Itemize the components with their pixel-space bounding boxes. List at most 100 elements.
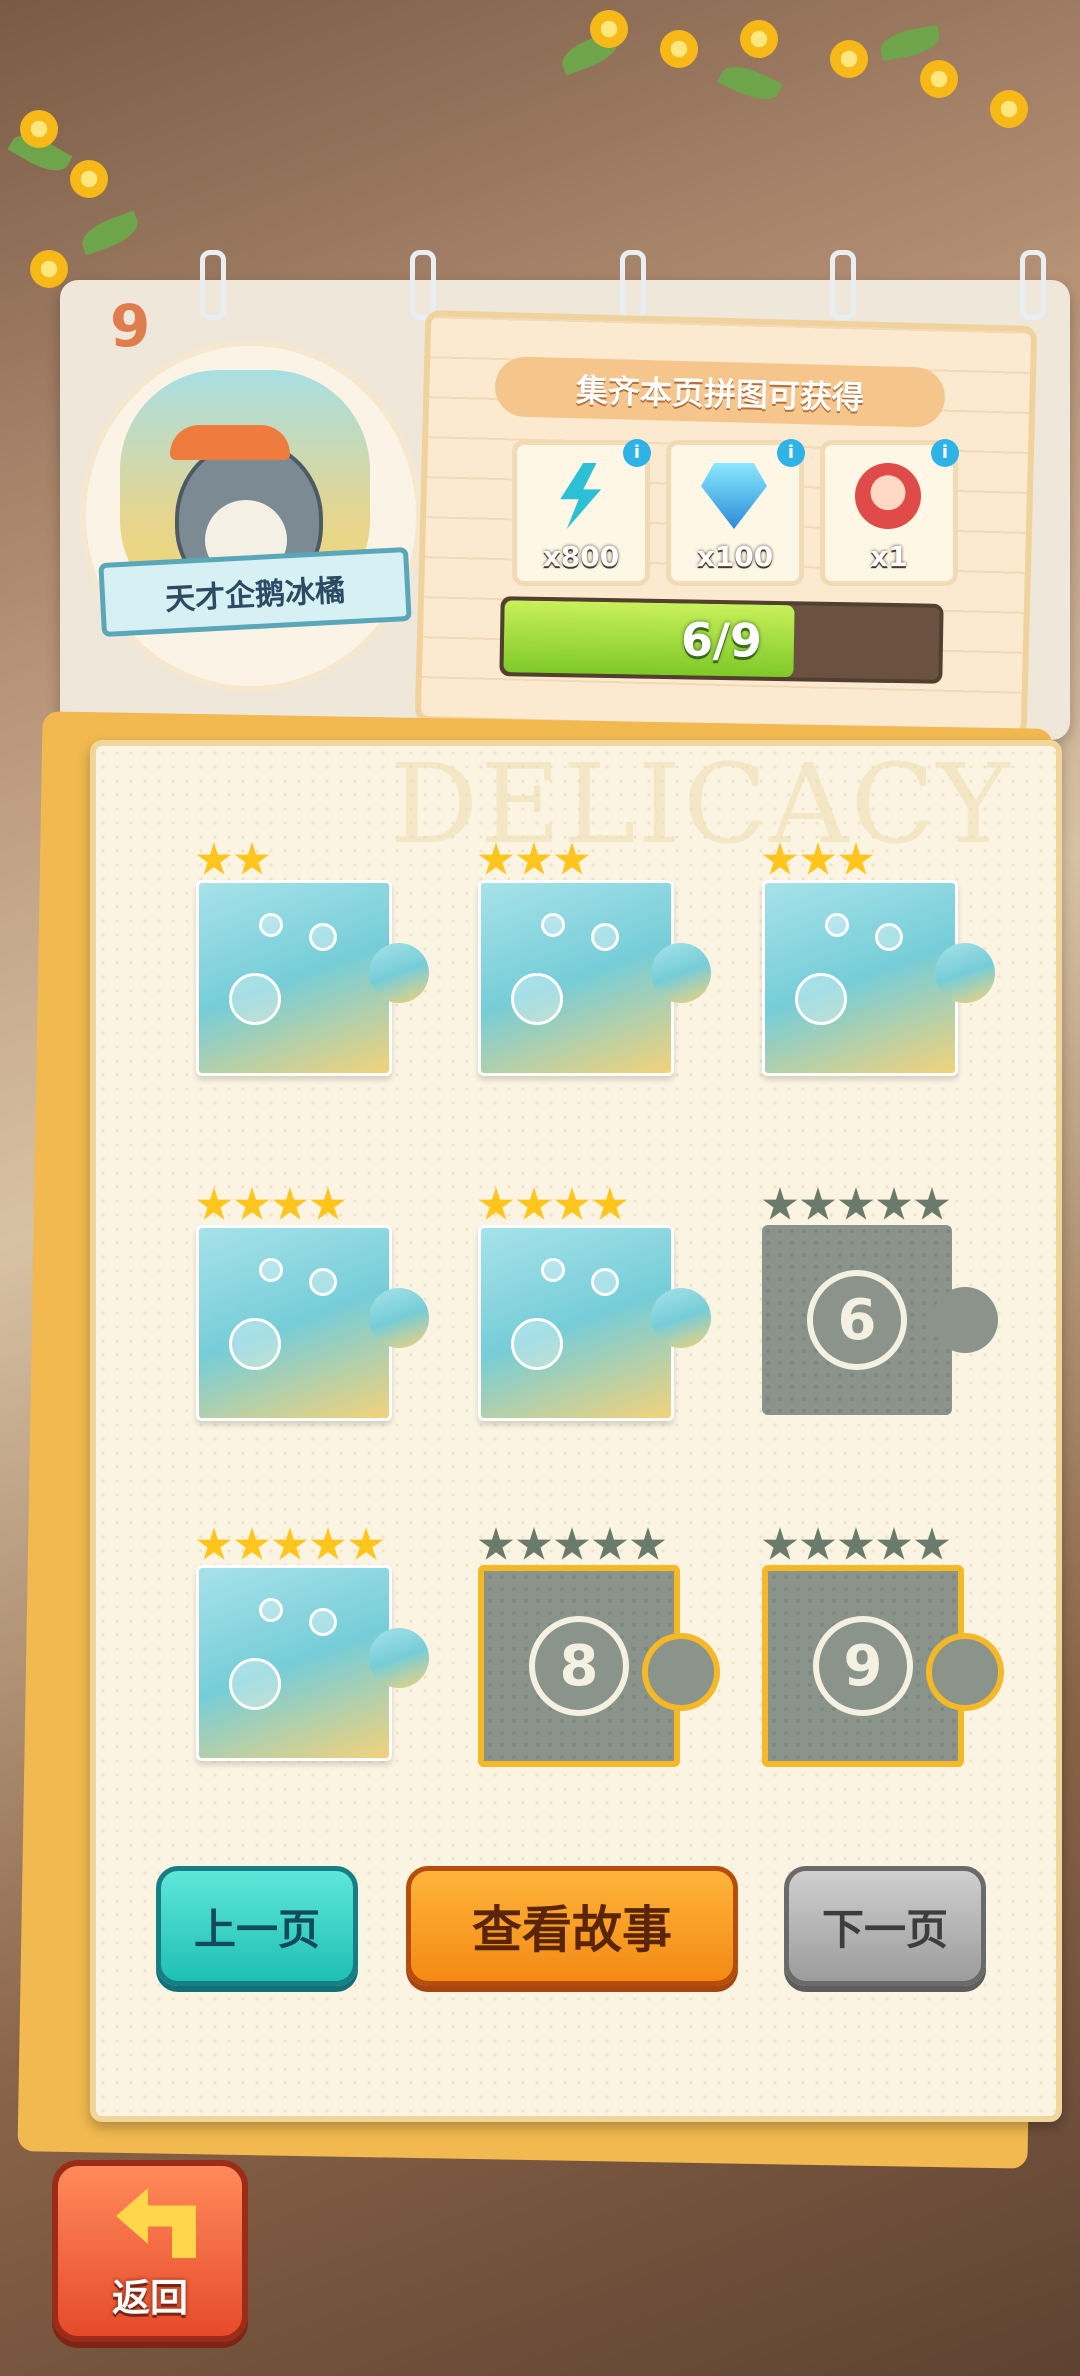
star-icon — [914, 1187, 950, 1220]
star-rating — [196, 1527, 386, 1567]
star-icon — [234, 1527, 270, 1560]
previous-page-button[interactable]: 上一页 — [156, 1866, 358, 1986]
locked-piece-number: 8 — [529, 1616, 629, 1716]
star-rating — [196, 1187, 348, 1227]
locked-piece: 9 — [762, 1565, 1004, 1767]
star-rating — [762, 842, 876, 882]
star-icon — [800, 1187, 836, 1220]
star-icon — [838, 1187, 874, 1220]
puzzle-piece-6[interactable]: 6 — [762, 1187, 998, 1415]
puzzle-piece-1[interactable] — [196, 842, 429, 1076]
star-icon — [800, 842, 836, 875]
info-icon[interactable]: i — [777, 439, 805, 467]
info-icon[interactable]: i — [931, 439, 959, 467]
puzzle-piece-image — [478, 1225, 711, 1421]
back-button-label: 返回 — [111, 2276, 188, 2320]
star-rating — [478, 1187, 630, 1227]
star-rating — [762, 1187, 952, 1227]
bubble-decoration — [309, 1268, 337, 1296]
bubble-decoration — [591, 923, 619, 951]
view-story-button[interactable]: 查看故事 — [406, 1866, 738, 1986]
locked-piece-number: 6 — [807, 1270, 907, 1370]
star-icon — [516, 1527, 552, 1560]
star-icon — [914, 1527, 950, 1560]
bubble-decoration — [259, 1258, 283, 1282]
star-icon — [196, 1187, 232, 1220]
star-icon — [516, 842, 552, 875]
reward-title: 集齐本页拼图可获得 — [494, 356, 946, 428]
star-icon — [554, 842, 590, 875]
reward-jester-box[interactable]: i x1 — [820, 439, 959, 586]
reward-energy[interactable]: i x800 — [512, 439, 651, 586]
star-icon — [838, 1527, 874, 1560]
collection-progress-bar: 6/9 — [499, 596, 944, 684]
reward-count: x800 — [542, 540, 620, 573]
puzzle-piece-image — [196, 880, 429, 1076]
puzzle-piece-4[interactable] — [196, 1187, 429, 1421]
page-number: 9 — [110, 292, 151, 360]
bubble-decoration — [541, 1258, 565, 1282]
star-rating — [762, 1527, 952, 1567]
bubble-decoration — [541, 913, 565, 937]
next-page-button[interactable]: 下一页 — [784, 1866, 986, 1986]
star-icon — [478, 1187, 514, 1220]
penguin-hat-icon — [170, 425, 290, 460]
bubble-decoration — [259, 1598, 283, 1622]
bubble-decoration — [259, 913, 283, 937]
locked-piece: 8 — [478, 1565, 720, 1767]
progress-text: 6/9 — [680, 612, 763, 668]
star-icon — [196, 1527, 232, 1560]
puzzle-piece-3[interactable] — [762, 842, 995, 1076]
info-icon[interactable]: i — [623, 439, 651, 467]
bubble-decoration — [229, 1658, 281, 1710]
back-arrow-icon — [116, 2188, 196, 2258]
puzzle-piece-7[interactable] — [196, 1527, 429, 1761]
star-icon — [478, 842, 514, 875]
star-icon — [310, 1187, 346, 1220]
star-icon — [762, 842, 798, 875]
star-rating — [478, 1527, 668, 1567]
puzzle-piece-image — [196, 1565, 429, 1761]
locked-piece: 6 — [762, 1225, 998, 1415]
star-icon — [762, 1527, 798, 1560]
bubble-decoration — [825, 913, 849, 937]
bubble-decoration — [229, 973, 281, 1025]
star-icon — [630, 1527, 666, 1560]
star-icon — [554, 1527, 590, 1560]
bubble-decoration — [309, 1608, 337, 1636]
puzzle-piece-image — [762, 880, 995, 1076]
star-icon — [272, 1527, 308, 1560]
puzzle-piece-9[interactable]: 9 — [762, 1527, 1004, 1767]
puzzle-piece-image — [196, 1225, 429, 1421]
bubble-decoration — [511, 1318, 563, 1370]
star-icon — [272, 1187, 308, 1220]
star-icon — [592, 1187, 628, 1220]
bubble-decoration — [875, 923, 903, 951]
star-rating — [196, 842, 272, 882]
jester-box-icon — [855, 463, 921, 529]
back-button[interactable]: 返回 — [52, 2160, 248, 2342]
locked-piece-number: 9 — [813, 1616, 913, 1716]
star-icon — [234, 1187, 270, 1220]
puzzle-piece-8[interactable]: 8 — [478, 1527, 720, 1767]
puzzle-piece-5[interactable] — [478, 1187, 711, 1421]
star-icon — [554, 1187, 590, 1220]
star-icon — [838, 842, 874, 875]
bubble-decoration — [795, 973, 847, 1025]
star-icon — [310, 1527, 346, 1560]
star-icon — [234, 842, 270, 875]
star-icon — [516, 1187, 552, 1220]
puzzle-piece-2[interactable] — [478, 842, 711, 1076]
star-rating — [478, 842, 592, 882]
bubble-decoration — [591, 1268, 619, 1296]
star-icon — [800, 1527, 836, 1560]
bubble-decoration — [511, 973, 563, 1025]
star-icon — [196, 842, 232, 875]
star-icon — [762, 1187, 798, 1220]
reward-diamond[interactable]: i x100 — [666, 439, 805, 586]
bubble-decoration — [309, 923, 337, 951]
blue-diamond-icon — [701, 463, 767, 529]
star-icon — [592, 1527, 628, 1560]
bubble-decoration — [229, 1318, 281, 1370]
puzzle-piece-image — [478, 880, 711, 1076]
